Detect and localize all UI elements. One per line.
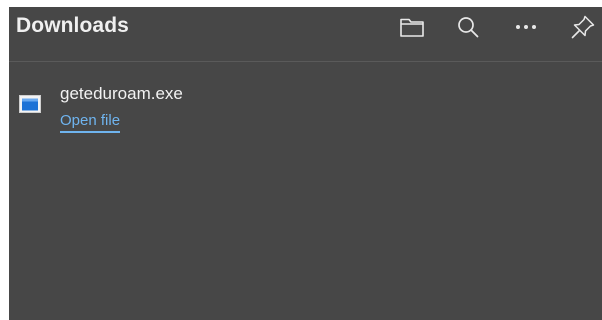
search-icon (458, 17, 479, 38)
pin-button[interactable] (566, 10, 600, 44)
download-filename: geteduroam.exe (60, 84, 183, 103)
more-icon (516, 25, 536, 29)
open-folder-button[interactable] (395, 10, 429, 44)
more-options-button[interactable] (509, 10, 543, 44)
downloads-title: Downloads (16, 14, 129, 37)
download-item[interactable]: geteduroam.exe Open file (9, 79, 602, 149)
downloads-header: Downloads (9, 7, 602, 62)
search-button[interactable] (451, 10, 485, 44)
folder-icon (400, 18, 424, 37)
open-file-link[interactable]: Open file (60, 112, 121, 133)
pin-icon (571, 15, 595, 39)
downloads-panel: Downloads geteduroam.exe Open file (9, 7, 602, 320)
exe-file-icon (19, 95, 41, 113)
